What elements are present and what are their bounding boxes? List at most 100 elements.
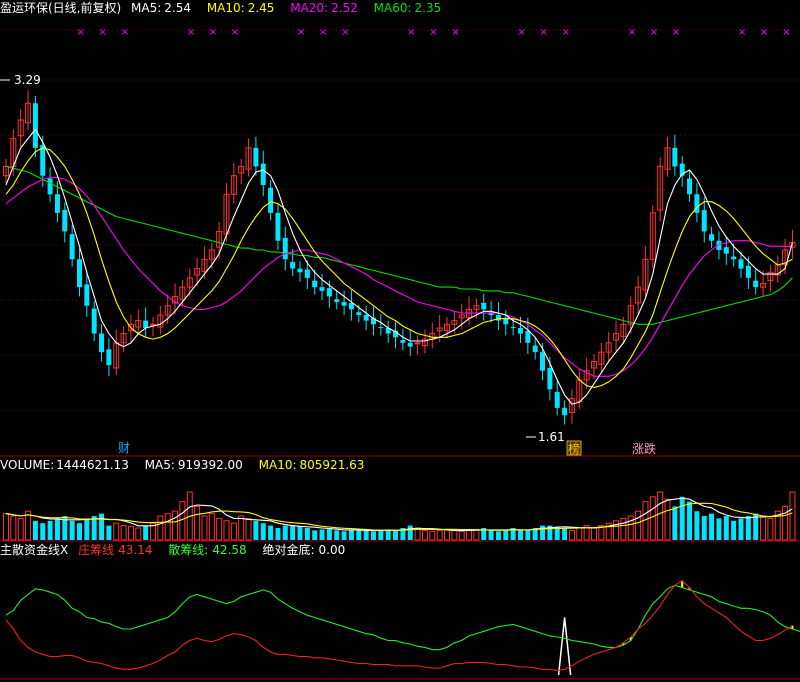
volume-bar: [731, 520, 737, 540]
candle-body: [745, 265, 751, 278]
candle-body: [518, 328, 523, 334]
candle-body: [495, 315, 501, 321]
volume-bar: [77, 523, 82, 540]
candle-body: [334, 299, 340, 302]
volume-bar: [32, 520, 38, 540]
candle-body: [62, 210, 68, 232]
candle-body: [84, 284, 90, 306]
volume-bar: [54, 518, 60, 540]
ma-cross-markers: × × × × × × × × × × × × × × × × × × × × ×: [77, 27, 791, 38]
volume-bar: [488, 530, 494, 540]
volume-ma10-label: MA10:: [258, 458, 297, 472]
candle-body: [709, 234, 715, 241]
volume-bar: [576, 527, 583, 541]
volume-bar: [91, 516, 97, 540]
volume-bars: [3, 491, 796, 541]
volume-bar: [341, 531, 347, 540]
volume-bar: [290, 525, 296, 540]
candle-body: [47, 178, 53, 195]
san-line: [5, 584, 800, 651]
volume-bar: [135, 527, 142, 541]
candle-body: [290, 262, 296, 269]
volume-bar: [716, 518, 722, 540]
low-price-label: 1.61: [538, 430, 565, 444]
candle-body: [99, 333, 105, 353]
volume-bar: [738, 518, 744, 540]
event-badges: 财 榜 涨跌: [118, 440, 656, 456]
volume-bar: [157, 515, 164, 541]
indicator-lines: [5, 580, 800, 676]
volume-bar: [613, 520, 620, 541]
volume-bar: [591, 527, 597, 541]
volume-bar: [127, 526, 134, 541]
volume-bar: [664, 498, 671, 541]
candle-body: [525, 330, 531, 343]
volume-bar: [687, 501, 693, 540]
candle-body: [69, 234, 75, 260]
ma60-label: MA60:: [373, 1, 412, 15]
volume-bar: [363, 530, 369, 540]
candle-body: [32, 103, 38, 148]
cross-marker: ×: [121, 27, 129, 38]
volume-bar: [312, 530, 318, 540]
volume-bar: [113, 522, 120, 541]
volume-bar: [503, 530, 509, 540]
volume-bar: [106, 525, 112, 540]
volume-bar: [84, 518, 90, 540]
candle-body: [312, 280, 318, 288]
cross-marker: ×: [782, 27, 790, 38]
candlestick-series: [3, 90, 796, 425]
volume-bar: [69, 520, 75, 540]
volume-bar: [3, 513, 9, 541]
candle-body: [319, 287, 325, 291]
volume-bar: [723, 516, 729, 540]
volume-bar: [304, 528, 310, 540]
ma20-value: 2.52: [331, 1, 358, 15]
cross-marker: ×: [540, 27, 548, 38]
volume-bar: [458, 530, 465, 541]
volume-bar: [230, 522, 237, 541]
indicator-title: 主散资金线X: [0, 543, 69, 557]
candle-body: [400, 340, 406, 343]
volume-bar: [518, 529, 523, 540]
candle-body: [672, 147, 678, 167]
volume-bar: [47, 520, 53, 540]
volume-bar: [238, 515, 245, 541]
badge-bang: 榜: [568, 441, 580, 456]
volume-bar: [672, 506, 678, 540]
cross-marker: ×: [341, 27, 349, 38]
chart-canvas: × × × × × × × × × × × × × × × × × × × × × 3.29 1.61 财 榜 涨跌: [0, 27, 800, 680]
candle-body: [282, 237, 288, 260]
candle-body: [731, 256, 737, 260]
candle-body: [738, 259, 744, 269]
candle-body: [701, 210, 707, 232]
volume-bar: [143, 525, 149, 540]
volume-bar: [679, 496, 685, 540]
volume-ma10-value: 805921.63: [299, 458, 365, 472]
cross-marker: ×: [650, 27, 658, 38]
badge-cai: 财: [118, 441, 130, 455]
cross-marker: ×: [407, 27, 415, 38]
volume-bar: [208, 513, 215, 541]
volume-bar: [334, 530, 340, 540]
zhuang-value: 43.14: [118, 543, 153, 557]
volume-bar: [120, 525, 127, 541]
volume-bar: [694, 511, 700, 540]
cross-marker: ×: [429, 27, 437, 38]
candle-body: [753, 280, 759, 288]
volume-bar: [275, 528, 281, 540]
ma5-value: 2.54: [164, 1, 191, 15]
volume-bar: [421, 529, 428, 541]
candle-body: [554, 392, 560, 408]
volume-bar: [297, 526, 303, 540]
zhuang-label: 庄筹线: [78, 543, 115, 557]
candle-body: [547, 367, 553, 390]
san-value: 42.58: [212, 543, 247, 557]
ma10-value: 2.45: [247, 1, 275, 15]
volume-bar: [10, 515, 17, 541]
cross-marker: ×: [231, 27, 239, 38]
volume-bar: [179, 501, 186, 541]
volume-bar: [348, 530, 354, 540]
volume-bar: [164, 513, 171, 541]
cross-marker: ×: [77, 27, 85, 38]
